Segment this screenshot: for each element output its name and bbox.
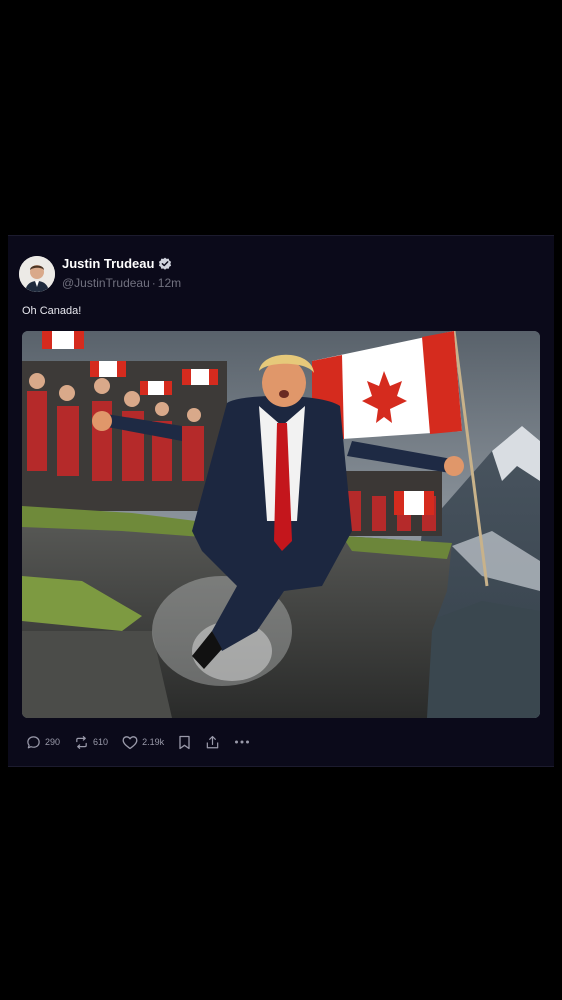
reply-count: 290 xyxy=(45,737,61,747)
author-meta: @JustinTrudeau · 12m xyxy=(62,276,181,290)
repost-icon xyxy=(74,735,89,750)
reply-icon xyxy=(26,735,41,750)
post-actions: 290 610 2.19k xyxy=(26,733,250,751)
post-card[interactable]: Justin Trudeau @JustinTrudeau · 12m Oh C… xyxy=(8,235,554,767)
post-text: Oh Canada! xyxy=(22,305,82,317)
like-button[interactable]: 2.19k xyxy=(122,735,164,750)
author-display-name[interactable]: Justin Trudeau xyxy=(62,256,154,271)
like-count: 2.19k xyxy=(142,737,165,747)
repost-button[interactable]: 610 xyxy=(74,735,108,750)
post-timestamp[interactable]: 12m xyxy=(158,276,181,290)
verified-badge-icon xyxy=(158,257,172,271)
more-icon xyxy=(234,739,250,745)
more-options-button[interactable] xyxy=(234,739,250,745)
author-name-row: Justin Trudeau xyxy=(62,256,172,271)
bookmark-button[interactable] xyxy=(178,735,191,750)
heart-icon xyxy=(122,735,138,750)
bookmark-icon xyxy=(178,735,191,750)
share-icon xyxy=(205,735,220,750)
share-button[interactable] xyxy=(205,735,220,750)
repost-count: 610 xyxy=(93,737,109,747)
screen: Justin Trudeau @JustinTrudeau · 12m Oh C… xyxy=(0,0,562,1000)
meta-separator: · xyxy=(151,276,156,290)
author-handle[interactable]: @JustinTrudeau xyxy=(62,276,150,290)
reply-button[interactable]: 290 xyxy=(26,735,60,750)
avatar[interactable] xyxy=(19,256,55,292)
post-image[interactable] xyxy=(22,331,540,718)
